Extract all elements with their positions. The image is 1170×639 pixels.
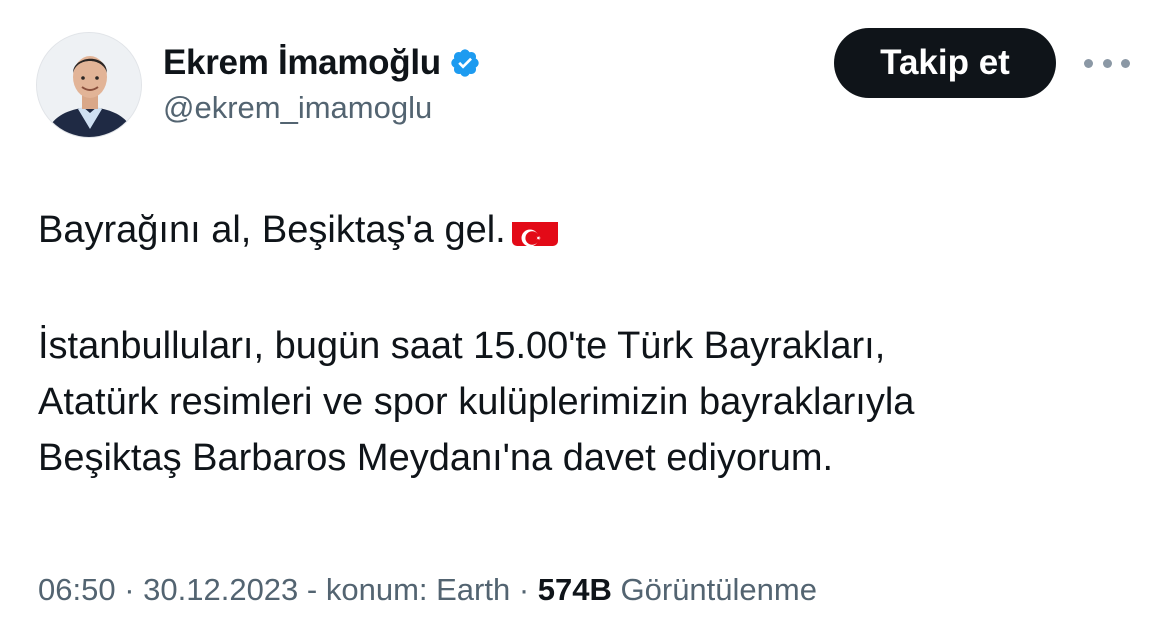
meta-separator: · xyxy=(510,572,538,607)
more-dot xyxy=(1121,58,1130,68)
views-count[interactable]: 574B xyxy=(538,572,612,608)
tweet-line1-text: Bayrağını al, Beşiktaş'a gel. xyxy=(38,209,506,251)
avatar[interactable] xyxy=(36,32,142,138)
more-dot xyxy=(1102,58,1112,68)
meta-separator: - xyxy=(298,572,326,607)
tweet-paragraph-line: Beşiktaş Barbaros Meydanı'na davet ediyo… xyxy=(38,437,834,479)
tweet-time[interactable]: 06:50 xyxy=(38,572,116,608)
tweet-paragraph-line: İstanbulluları, bugün saat 15.00'te Türk… xyxy=(38,325,886,367)
tweet-location: konum: Earth xyxy=(325,572,511,607)
more-dot xyxy=(1084,58,1093,68)
verified-badge-icon[interactable] xyxy=(449,47,481,79)
author-name-row: Ekrem İmamoğlu xyxy=(163,42,481,84)
tweet-card: Ekrem İmamoğlu @ekrem_imamoglu Takip et … xyxy=(0,0,1170,639)
tweet-date[interactable]: 30.12.2023 xyxy=(143,572,298,608)
avatar-photo-icon xyxy=(37,33,141,137)
author-display-name[interactable]: Ekrem İmamoğlu xyxy=(163,43,441,83)
author-handle[interactable]: @ekrem_imamoglu xyxy=(163,90,432,126)
follow-button[interactable]: Takip et xyxy=(834,28,1056,98)
meta-separator: · xyxy=(115,572,144,607)
views-label: Görüntülenme xyxy=(611,572,817,607)
tweet-meta: 06:50 · 30.12.2023 - konum: Earth · 574B… xyxy=(38,572,817,608)
turkey-flag-icon xyxy=(511,214,558,246)
more-options-icon[interactable] xyxy=(1084,50,1130,76)
tweet-paragraph-line: Atatürk resimleri ve spor kulüplerimizin… xyxy=(38,381,915,423)
tweet-text-line1: Bayrağını al, Beşiktaş'a gel. xyxy=(38,202,1138,258)
tweet-text-paragraph2: İstanbulluları, bugün saat 15.00'te Türk… xyxy=(38,318,1138,486)
